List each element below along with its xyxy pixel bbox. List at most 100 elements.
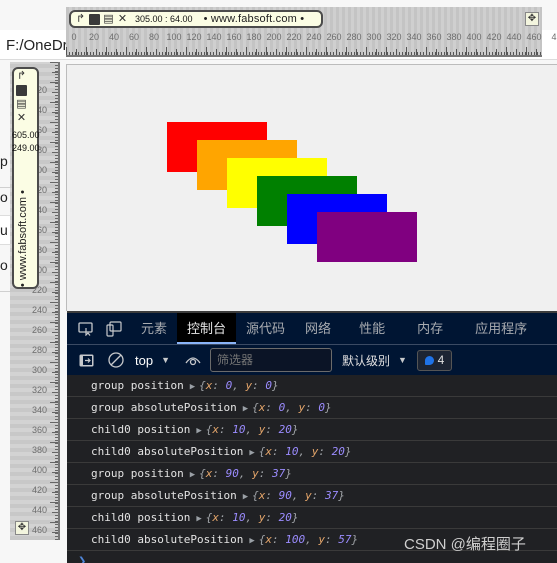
ruler-label: 80 <box>148 32 160 42</box>
y-value: 20 <box>278 511 292 524</box>
horizontal-ruler-labels: 0 20 40 60 80 100 120 140 160 180 200 220 240 260 280 3… <box>66 32 556 44</box>
ruler-label: 120 <box>186 32 202 42</box>
measure-toolbar: ↱ ▤ ✕ 305.00 : 64.00 • www.fabsoft.com • <box>69 10 323 28</box>
rect-purple[interactable] <box>317 212 417 262</box>
log-label: child0 absolutePosition <box>91 533 244 546</box>
x-value: 100 <box>285 533 306 546</box>
chevron-down-icon: ▼ <box>398 355 407 365</box>
close-icon[interactable]: ✕ <box>16 113 27 124</box>
log-label: child0 absolutePosition <box>91 445 244 458</box>
close-icon[interactable]: ✕ <box>117 13 128 25</box>
brand-link[interactable]: • www.fabsoft.com • <box>17 190 29 287</box>
console-log-row: child0 position ▶ {x: 10, y: 20} <box>67 419 557 441</box>
console-log-row: group position ▶ {x: 90, y: 37} <box>67 463 557 485</box>
canvas-stage[interactable] <box>66 64 557 311</box>
save-icon[interactable] <box>16 85 27 96</box>
ruler-label: 400 <box>31 465 47 475</box>
rotate-icon[interactable]: ↱ <box>75 13 86 25</box>
inspect-element-icon[interactable] <box>77 320 95 338</box>
expand-triangle-icon[interactable]: ▶ <box>190 470 195 480</box>
devtools-tab-bar: 元素 控制台 源代码 网络 性能 内存 应用程序 <box>67 311 557 344</box>
ruler-label: 220 <box>286 32 302 42</box>
ruler-label: 100 <box>166 32 182 42</box>
text-fragment: p <box>0 153 8 169</box>
log-object[interactable]: {x: 90, y: 37} <box>252 489 345 502</box>
ruler-label: 260 <box>31 325 47 335</box>
ruler-label: 140 <box>206 32 222 42</box>
y-value: 37 <box>272 467 286 480</box>
expand-triangle-icon[interactable]: ▶ <box>249 448 254 458</box>
ruler-label: 160 <box>226 32 242 42</box>
log-object[interactable]: {x: 0, y: 0} <box>252 401 332 414</box>
tab-4[interactable]: 性能 <box>349 313 395 344</box>
tab-6[interactable]: 应用程序 <box>465 313 537 344</box>
ruler-label: 380 <box>31 445 47 455</box>
sidebar-toggle-icon[interactable] <box>77 351 95 369</box>
log-label: child0 position <box>91 511 191 524</box>
ruler-label: 460 <box>31 525 47 535</box>
tab-5[interactable]: 内存 <box>407 313 453 344</box>
rotate-icon[interactable]: ↱ <box>16 71 27 82</box>
ruler-icon[interactable]: ▤ <box>16 99 27 110</box>
context-selector[interactable]: top ▼ <box>135 353 170 368</box>
x-value: 0 <box>225 379 233 392</box>
move-handle-icon[interactable]: ✥ <box>525 12 539 26</box>
ruler-label: 240 <box>306 32 322 42</box>
brand-link[interactable]: • www.fabsoft.com • <box>204 13 305 25</box>
log-label: group absolutePosition <box>91 401 237 414</box>
ruler-label: 400 <box>466 32 482 42</box>
ruler-label: 280 <box>31 345 47 355</box>
ruler-label: 360 <box>31 425 47 435</box>
y-value: 57 <box>338 533 352 546</box>
x-value: 10 <box>232 423 246 436</box>
console-log-row: group absolutePosition ▶ {x: 0, y: 0} <box>67 397 557 419</box>
expand-triangle-icon[interactable]: ▶ <box>196 514 201 524</box>
coordinate-y: 249.00 <box>12 143 40 153</box>
expand-triangle-icon[interactable]: ▶ <box>243 492 248 502</box>
console-prompt-icon[interactable]: ❯ <box>78 556 86 563</box>
log-label: child0 position <box>91 423 191 436</box>
x-value: 90 <box>225 467 239 480</box>
console-log-row: group position ▶ {x: 0, y: 0} <box>67 375 557 397</box>
log-object[interactable]: {x: 100, y: 57} <box>259 533 358 546</box>
ruler-label: 420 <box>486 32 502 42</box>
filter-input[interactable] <box>210 348 332 372</box>
clear-console-icon[interactable] <box>107 351 125 369</box>
console-log-row: group absolutePosition ▶ {x: 90, y: 37} <box>67 485 557 507</box>
ruler-label: 20 <box>88 32 100 42</box>
ruler-label: 200 <box>266 32 282 42</box>
log-object[interactable]: {x: 10, y: 20} <box>206 511 299 524</box>
save-icon[interactable] <box>89 13 100 25</box>
live-expression-eye-icon[interactable] <box>184 351 202 369</box>
ruler-label: 260 <box>326 32 342 42</box>
log-object[interactable]: {x: 0, y: 0} <box>199 379 279 392</box>
text-fragment: o <box>0 257 8 273</box>
tab-1[interactable]: 控制台 <box>177 313 237 344</box>
ruler-label: 300 <box>366 32 382 42</box>
console-log-row: child0 absolutePosition ▶ {x: 10, y: 20} <box>67 441 557 463</box>
console-toolbar: top ▼ 默认级别 ▼ 4 <box>67 344 557 375</box>
ruler-icon[interactable]: ▤ <box>103 13 114 25</box>
ruler-label: 340 <box>406 32 422 42</box>
ruler-label: 320 <box>31 385 47 395</box>
y-value: 37 <box>325 489 339 502</box>
log-object[interactable]: {x: 10, y: 20} <box>259 445 352 458</box>
log-object[interactable]: {x: 90, y: 37} <box>199 467 292 480</box>
expand-triangle-icon[interactable]: ▶ <box>249 536 254 546</box>
ruler-label: 60 <box>128 32 140 42</box>
watermark: CSDN @编程圈子 <box>404 536 526 553</box>
device-toolbar-icon[interactable] <box>105 320 123 338</box>
tab-0[interactable]: 元素 <box>131 313 177 344</box>
message-icon <box>424 355 434 365</box>
expand-triangle-icon[interactable]: ▶ <box>243 404 248 414</box>
move-handle-icon[interactable]: ✥ <box>15 521 29 535</box>
message-count-badge[interactable]: 4 <box>416 349 452 371</box>
expand-triangle-icon[interactable]: ▶ <box>196 426 201 436</box>
log-object[interactable]: {x: 10, y: 20} <box>206 423 299 436</box>
tab-2[interactable]: 源代码 <box>236 313 295 344</box>
log-level-dropdown[interactable]: 默认级别 ▼ <box>342 352 407 369</box>
x-value: 10 <box>232 511 246 524</box>
expand-triangle-icon[interactable]: ▶ <box>190 382 195 392</box>
tab-3[interactable]: 网络 <box>295 313 341 344</box>
log-label: group position <box>91 379 184 392</box>
